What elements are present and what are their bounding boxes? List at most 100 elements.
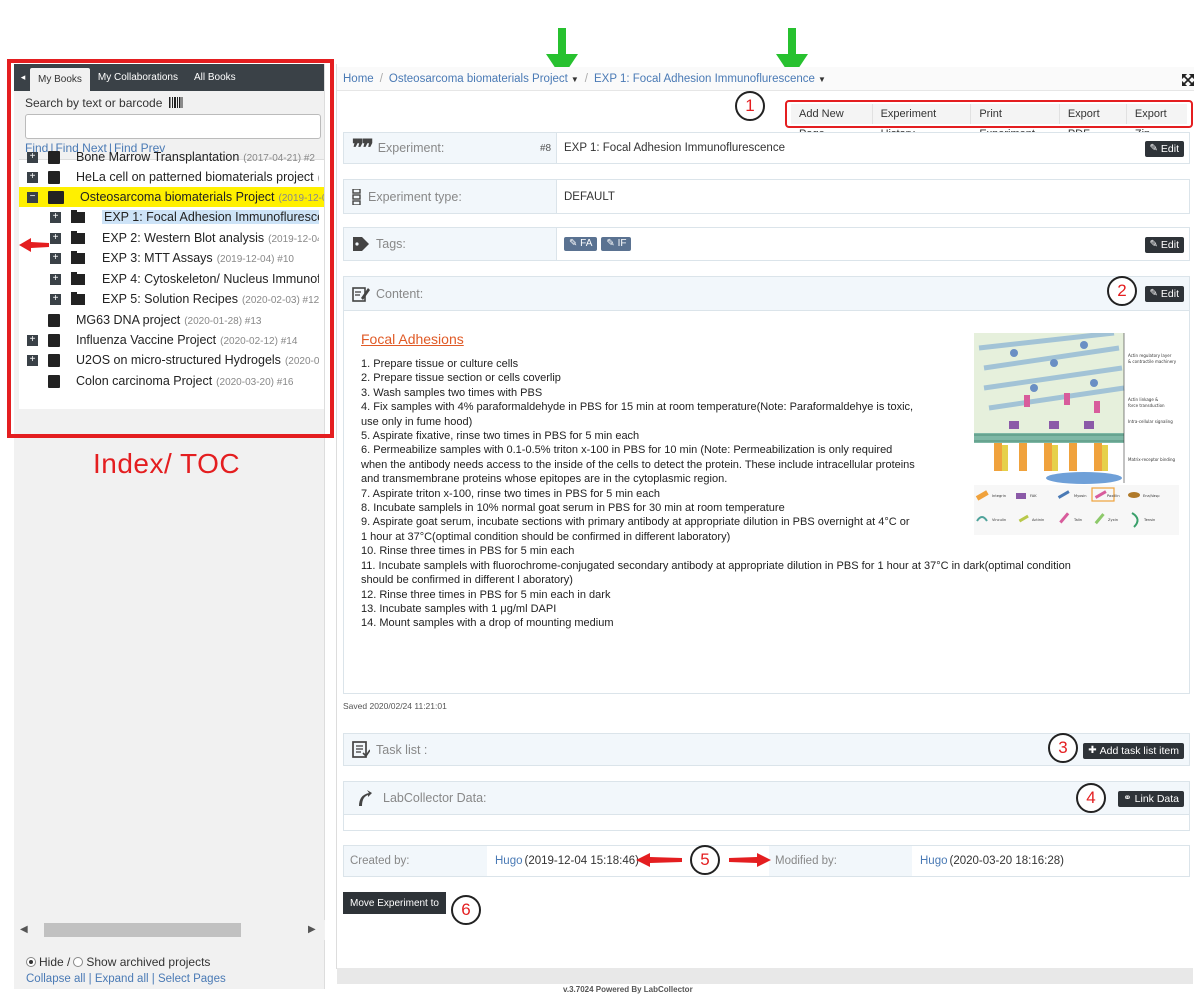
hide-archived-radio[interactable] bbox=[26, 957, 36, 967]
experiment-panel: ❞❞ Experiment: #8 EXP 1: Focal Adhesion … bbox=[343, 132, 1190, 164]
svg-text:Integrin: Integrin bbox=[992, 494, 1006, 498]
callout-3: 3 bbox=[1048, 733, 1078, 763]
modified-by-user[interactable]: Hugo bbox=[920, 855, 948, 867]
quote-icon: ❞❞ bbox=[352, 135, 374, 160]
experiment-type-header: Experiment type: bbox=[344, 180, 557, 213]
experiment-history-button[interactable]: Experiment History bbox=[872, 104, 972, 140]
tag-if[interactable]: ✎ IF bbox=[601, 237, 632, 251]
print-experiment-button[interactable]: Print Experiment bbox=[971, 104, 1060, 140]
content-header: Content: bbox=[344, 277, 1189, 310]
edit-content-button[interactable]: ✎ Edit bbox=[1144, 286, 1184, 302]
protocol-step: should be confirmed in different l abora… bbox=[361, 574, 573, 587]
experiment-number: #8 bbox=[540, 142, 552, 154]
link-data-label: Link Data bbox=[1134, 793, 1179, 805]
breadcrumb-book[interactable]: Osteosarcoma biomaterials Project bbox=[389, 73, 568, 85]
edit-tags-button[interactable]: ✎ Edit bbox=[1144, 237, 1184, 253]
callout-2: 2 bbox=[1107, 276, 1137, 306]
experiment-type-label: Experiment type: bbox=[368, 189, 462, 204]
fullscreen-icon[interactable] bbox=[1182, 74, 1194, 86]
type-icon bbox=[352, 188, 361, 205]
modified-by-value: Hugo (2020-03-20 18:16:28) bbox=[912, 846, 1190, 876]
edit-experiment-button[interactable]: ✎ Edit bbox=[1144, 141, 1184, 157]
protocol-step: 10. Rinse three times in PBS for 5 min e… bbox=[361, 545, 575, 558]
scrollbar-thumb[interactable] bbox=[44, 923, 241, 937]
protocol-step: 11. Incubate samplels with fluorochrome-… bbox=[361, 559, 1071, 572]
expand-all-link[interactable]: Expand all bbox=[95, 973, 149, 985]
experiment-header: ❞❞ Experiment: bbox=[344, 133, 557, 163]
version-text: v.3.7024 Powered By LabCollector bbox=[563, 985, 693, 994]
add-task-label: Add task list item bbox=[1099, 745, 1179, 757]
content-body: Focal Adhesions 1. Prepare tissue or cul… bbox=[343, 311, 1190, 694]
callout-1: 1 bbox=[735, 91, 765, 121]
tag-fa[interactable]: ✎ FA bbox=[564, 237, 598, 251]
link-icon: ⚭ bbox=[1123, 793, 1132, 804]
callout-6: 6 bbox=[451, 895, 481, 925]
move-experiment-button[interactable]: Move Experiment to bbox=[343, 892, 446, 914]
saved-timestamp: Saved 2020/02/24 11:21:01 bbox=[343, 701, 447, 711]
protocol-step: 12. Rinse three times in PBS for 5 min e… bbox=[361, 588, 611, 601]
protocol-step: 13. Incubate samples with 1 μg/ml DAPI bbox=[361, 602, 557, 615]
toc-highlight-box bbox=[7, 59, 334, 438]
protocol-step: 14. Mount samples with a drop of mountin… bbox=[361, 617, 614, 630]
created-by-user[interactable]: Hugo bbox=[495, 855, 523, 867]
select-pages-link[interactable]: Select Pages bbox=[158, 973, 226, 985]
task-list-label: Task list : bbox=[376, 742, 428, 757]
breadcrumb-experiment[interactable]: EXP 1: Focal Adhesion Immunoflurescence bbox=[594, 73, 815, 85]
svg-text:Paxillin: Paxillin bbox=[1107, 494, 1120, 498]
svg-text:Talin: Talin bbox=[1073, 518, 1082, 522]
labcollector-header: LabCollector Data: bbox=[344, 782, 1189, 814]
svg-text:Zyxin: Zyxin bbox=[1108, 518, 1118, 522]
tag-icon bbox=[353, 237, 369, 251]
add-task-list-item-button[interactable]: ✚ Add task list item bbox=[1083, 743, 1184, 759]
edit-label: Edit bbox=[1160, 143, 1179, 155]
content-title: Focal Adhesions bbox=[361, 331, 464, 347]
svg-text:FAK: FAK bbox=[1030, 494, 1037, 498]
collapse-all-link[interactable]: Collapse all bbox=[26, 973, 85, 985]
red-arrow-icon bbox=[729, 853, 771, 867]
labcollector-icon bbox=[359, 790, 372, 806]
modified-by-label: Modified by: bbox=[769, 846, 912, 876]
caret-down-icon[interactable]: ▼ bbox=[818, 75, 826, 84]
sidebar-horizontal-scrollbar[interactable]: ◀ ▶ bbox=[14, 920, 325, 940]
task-list-icon bbox=[352, 741, 370, 758]
show-archived-radio[interactable] bbox=[73, 957, 84, 967]
experiment-name: EXP 1: Focal Adhesion Immunoflurescence bbox=[564, 142, 785, 154]
edit-label: Edit bbox=[1160, 288, 1179, 300]
svg-text:Tensin: Tensin bbox=[1143, 518, 1155, 522]
edit-label: Edit bbox=[1160, 239, 1179, 251]
svg-text:force transduction: force transduction bbox=[1128, 403, 1165, 408]
top-bar: Home / Osteosarcoma biomaterials Project… bbox=[337, 67, 1194, 91]
experiment-type-panel: Experiment type: DEFAULT bbox=[343, 179, 1190, 214]
modified-date: (2020-03-20 18:16:28) bbox=[949, 855, 1064, 867]
tags-panel: Tags: ✎ FA ✎ IF ✎ Edit bbox=[343, 227, 1190, 261]
plus-icon: ✚ bbox=[1088, 745, 1097, 756]
tree-links: Collapse all | Expand all | Select Pages bbox=[26, 973, 226, 985]
pencil-icon: ✎ bbox=[1149, 143, 1158, 154]
callout-5: 5 bbox=[690, 845, 720, 875]
svg-text:& contractile machinery: & contractile machinery bbox=[1128, 359, 1177, 364]
labcollector-label: LabCollector Data: bbox=[383, 791, 487, 805]
export-zip-button[interactable]: Export Zip bbox=[1126, 104, 1187, 140]
experiment-type-value: DEFAULT bbox=[564, 190, 615, 203]
labcollector-body bbox=[343, 815, 1190, 831]
breadcrumb: Home / Osteosarcoma biomaterials Project… bbox=[343, 73, 826, 85]
scroll-right-icon[interactable]: ▶ bbox=[308, 924, 316, 935]
labcollector-panel: LabCollector Data: ⚭ Link Data bbox=[343, 781, 1190, 815]
breadcrumb-home[interactable]: Home bbox=[343, 73, 374, 85]
svg-text:Ena/Vasp: Ena/Vasp bbox=[1143, 494, 1160, 498]
footer-bar bbox=[337, 968, 1193, 984]
link-data-button[interactable]: ⚭ Link Data bbox=[1118, 791, 1184, 807]
hide-archived-label: Hide / bbox=[39, 955, 71, 969]
scroll-left-icon[interactable]: ◀ bbox=[20, 924, 28, 935]
svg-text:Matrix-receptor binding: Matrix-receptor binding bbox=[1128, 457, 1176, 462]
archive-toggle: Hide / Show archived projects bbox=[26, 955, 210, 969]
red-arrow-icon bbox=[19, 238, 49, 252]
export-pdf-button[interactable]: Export PDF bbox=[1059, 104, 1127, 140]
caret-down-icon[interactable]: ▼ bbox=[571, 75, 579, 84]
red-arrow-icon bbox=[636, 853, 682, 867]
tags-label: Tags: bbox=[376, 237, 406, 251]
created-date: (2019-12-04 15:18:46) bbox=[524, 855, 639, 867]
add-new-page-button[interactable]: Add New Page bbox=[791, 104, 873, 140]
pencil-icon: ✎ bbox=[1149, 239, 1158, 250]
tag-list: ✎ FA ✎ IF bbox=[564, 228, 635, 260]
